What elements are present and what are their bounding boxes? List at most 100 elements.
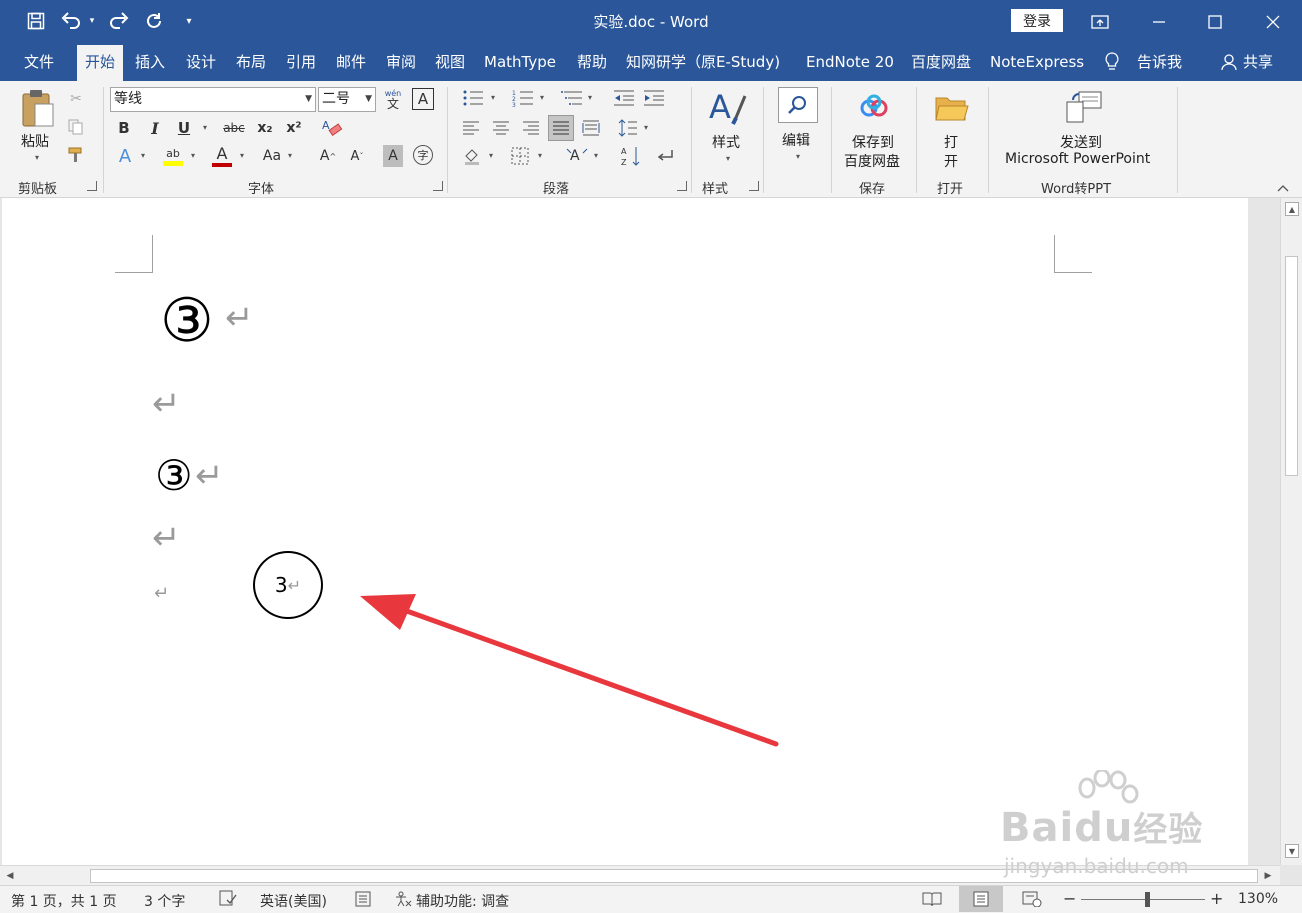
decrease-indent-icon[interactable] [611,87,637,109]
share-button[interactable]: 共享 [1243,43,1273,81]
underline-dropdown-icon[interactable]: ▾ [203,123,207,132]
scroll-up-icon[interactable]: ▲ [1285,202,1299,216]
paste-icon[interactable] [18,87,58,129]
tab-help[interactable]: 帮助 [577,43,607,81]
align-center-icon[interactable] [489,117,513,139]
tab-view[interactable]: 视图 [435,43,465,81]
clipboard-launcher-icon[interactable] [87,181,97,191]
save-to-label-line2[interactable]: 百度网盘 [844,151,900,171]
font-launcher-icon[interactable] [433,181,443,191]
zoom-in-icon[interactable]: + [1210,889,1223,908]
borders-dropdown-icon[interactable]: ▾ [538,151,542,160]
accessibility-icon[interactable] [394,891,412,911]
person-icon[interactable] [1221,53,1237,71]
subscript-icon[interactable]: x₂ [254,117,276,139]
editing-button-label[interactable]: 编辑 [782,130,810,150]
tab-layout[interactable]: 布局 [236,43,266,81]
send-to-label-line2[interactable]: Microsoft PowerPoint [1005,151,1150,167]
circled-number-medium[interactable]: ③ [155,450,193,502]
multilevel-list-icon[interactable] [557,87,587,109]
align-right-icon[interactable] [519,117,543,139]
maximize-icon[interactable] [1192,0,1238,43]
tab-endnote[interactable]: EndNote 20 [806,43,894,81]
text-effects-icon[interactable]: A [114,145,136,167]
ribbon-display-icon[interactable] [1077,0,1123,43]
accessibility-status[interactable]: 辅助功能: 调查 [416,891,509,911]
shrink-font-icon[interactable]: Aˇ [347,145,367,167]
justify-icon[interactable] [548,115,574,141]
paste-dropdown-icon[interactable]: ▾ [35,153,39,162]
cut-icon[interactable]: ✂ [66,89,86,109]
line-spacing-icon[interactable] [616,117,640,139]
send-to-label-line1[interactable]: 发送到 [1060,132,1102,152]
styles-icon[interactable]: A [706,87,748,131]
zoom-level[interactable]: 130% [1238,891,1278,907]
tab-mailings[interactable]: 邮件 [336,43,366,81]
tab-home[interactable]: 开始 [77,45,124,81]
superscript-icon[interactable]: x² [283,117,305,139]
numbering-dropdown-icon[interactable]: ▾ [540,93,544,102]
italic-icon[interactable]: I [145,117,165,139]
vertical-scrollbar[interactable]: ▲ ▼ [1280,198,1302,865]
open-label-line2[interactable]: 开 [944,151,958,171]
web-layout-icon[interactable] [1022,891,1042,911]
change-case-dropdown-icon[interactable]: ▾ [288,151,292,160]
folder-icon[interactable] [934,93,970,123]
enclose-characters-icon[interactable]: 字 [413,145,433,165]
document-page[interactable]: ③ ↵ ↵ ③ ↵ ↵ ↵ 3 ↵ [2,198,1248,865]
clear-formatting-icon[interactable]: A [320,117,344,139]
numbering-icon[interactable]: 123 [508,87,538,109]
scroll-left-icon[interactable]: ◀ [3,869,17,883]
increase-indent-icon[interactable] [641,87,667,109]
bold-icon[interactable]: B [114,117,134,139]
font-name-combo[interactable]: 等线 ▼ [110,87,316,112]
word-count[interactable]: 3 个字 [144,891,185,911]
phonetic-guide-icon[interactable]: wén 文 [382,87,404,111]
circled-text-shape[interactable]: 3 ↵ [253,551,323,619]
distributed-icon[interactable] [579,117,603,139]
asian-layout-dropdown-icon[interactable]: ▾ [594,151,598,160]
save-to-label-line1[interactable]: 保存到 [852,132,894,152]
line-spacing-dropdown-icon[interactable]: ▾ [644,123,648,132]
circled-number-large[interactable]: ③ [160,286,214,356]
copy-icon[interactable] [66,117,86,137]
tab-noteexpress[interactable]: NoteExpress [990,43,1084,81]
page-count[interactable]: 第 1 页，共 1 页 [11,891,117,911]
tab-review[interactable]: 审阅 [386,43,416,81]
font-color-icon[interactable]: A [209,143,235,169]
grow-font-icon[interactable]: A ^ [318,145,338,167]
baidu-netdisk-icon[interactable] [858,93,890,121]
collapse-ribbon-icon[interactable] [1275,182,1291,194]
tab-tell-me[interactable]: 告诉我 [1137,43,1182,81]
print-layout-icon[interactable] [959,886,1003,912]
character-shading-icon[interactable]: A [383,145,403,167]
scroll-right-icon[interactable]: ▶ [1261,869,1275,883]
styles-dropdown-icon[interactable]: ▾ [726,154,730,163]
bullets-dropdown-icon[interactable]: ▾ [491,93,495,102]
highlight-dropdown-icon[interactable]: ▾ [191,151,195,160]
format-painter-icon[interactable] [66,145,86,165]
styles-launcher-icon[interactable] [749,181,759,191]
shading-icon[interactable] [459,145,485,167]
lightbulb-icon[interactable] [1104,52,1120,72]
change-case-icon[interactable]: Aa [259,145,285,167]
zoom-out-icon[interactable]: − [1063,889,1076,908]
underline-icon[interactable]: U [174,117,194,139]
tab-baidu-netdisk[interactable]: 百度网盘 [911,43,971,81]
show-formatting-icon[interactable] [654,145,676,167]
find-icon[interactable] [778,87,818,123]
tab-mathtype[interactable]: MathType [484,43,556,81]
open-label-line1[interactable]: 打 [944,132,958,152]
close-icon[interactable] [1250,0,1296,43]
tab-insert[interactable]: 插入 [135,43,165,81]
tab-file[interactable]: 文件 [24,43,54,81]
sort-icon[interactable]: AZ [620,143,642,169]
character-border-icon[interactable]: A [412,88,434,110]
scroll-down-icon[interactable]: ▼ [1285,844,1299,858]
read-mode-icon[interactable] [922,891,942,911]
macro-icon[interactable] [355,891,371,911]
zoom-slider-thumb[interactable] [1145,892,1150,907]
text-effects-dropdown-icon[interactable]: ▾ [141,151,145,160]
font-color-dropdown-icon[interactable]: ▾ [240,151,244,160]
paste-label[interactable]: 粘贴 [21,131,49,151]
